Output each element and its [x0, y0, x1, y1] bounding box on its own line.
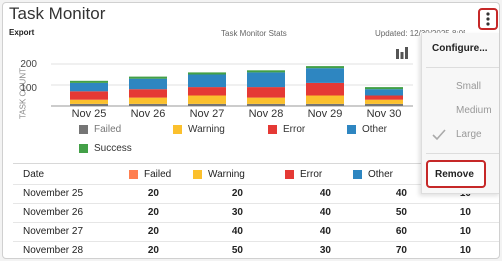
table-row[interactable]: November 27 20 40 40 60 10 [13, 222, 499, 240]
bar-segment-success[interactable] [365, 87, 403, 90]
header-swatch-failed [129, 169, 138, 179]
x-tick-label: Nov 27 [190, 108, 225, 120]
bar-segment-warning[interactable] [188, 95, 226, 104]
bar-segment-error[interactable] [70, 91, 108, 100]
legend-item-other[interactable]: Other [347, 124, 387, 135]
bar-segment-success[interactable] [70, 80, 108, 83]
x-tick-label: Nov 28 [249, 108, 284, 120]
bar-segment-failed[interactable] [365, 103, 403, 106]
bar-segment-error[interactable] [129, 89, 167, 98]
legend-label-other: Other [362, 124, 388, 135]
bar-segment-other[interactable] [247, 72, 285, 88]
x-tick-label: Nov 30 [367, 108, 402, 120]
bar-segment-failed[interactable] [129, 103, 167, 106]
bar-segment-other[interactable] [188, 74, 226, 88]
column-header-error[interactable]: Error [285, 164, 322, 184]
bar-segment-failed[interactable] [188, 103, 226, 106]
menu-item-small[interactable]: Small [422, 81, 499, 92]
bar-segment-error[interactable] [365, 95, 403, 100]
legend-item-failed[interactable]: Failed [79, 124, 121, 135]
menu-divider [426, 153, 499, 154]
bar-segment-warning[interactable] [365, 99, 403, 104]
bar-segment-warning[interactable] [247, 97, 285, 104]
bar-segment-other[interactable] [70, 82, 108, 92]
menu-item-medium[interactable]: Medium [422, 105, 499, 116]
check-icon [432, 129, 446, 141]
legend-item-warning[interactable]: Warning [173, 124, 225, 135]
bar-segment-warning[interactable] [306, 95, 344, 104]
bar-segment-error[interactable] [306, 82, 344, 96]
bar-segment-warning[interactable] [70, 99, 108, 104]
bar-segment-success[interactable] [129, 76, 167, 79]
legend-item-success[interactable]: Success [79, 143, 132, 154]
bar-segment-failed[interactable] [70, 103, 108, 106]
column-header-other[interactable]: Other [353, 164, 393, 184]
bar-segment-other[interactable] [129, 78, 167, 90]
bar-segment-error[interactable] [188, 87, 226, 96]
column-header-date[interactable]: Date [23, 164, 44, 184]
bar-segment-other[interactable] [306, 68, 344, 83]
legend-item-error[interactable]: Error [268, 124, 305, 135]
legend-swatch-other [347, 125, 356, 134]
legend-swatch-success [79, 144, 88, 153]
legend-label-error: Error [283, 124, 306, 135]
legend-swatch-error [268, 125, 277, 134]
menu-item-remove[interactable]: Remove [426, 160, 486, 188]
table-row[interactable]: November 28 20 50 30 70 10 [13, 241, 499, 258]
x-tick-label: Nov 26 [131, 108, 166, 120]
table-row[interactable]: November 26 20 30 40 50 10 [13, 203, 499, 221]
bar-segment-other[interactable] [365, 89, 403, 96]
column-header-warning[interactable]: Warning [193, 164, 245, 184]
bar-segment-warning[interactable] [129, 97, 167, 104]
legend-label-warning: Warning [188, 124, 225, 135]
x-tick-label: Nov 29 [308, 108, 343, 120]
menu-divider [426, 67, 499, 68]
menu-item-configure[interactable]: Configure... [422, 43, 499, 54]
options-menu: Configure... Small Medium Large Remove [421, 33, 499, 194]
header-swatch-warning [193, 169, 202, 179]
header-swatch-other [353, 169, 362, 179]
bar-segment-failed[interactable] [247, 103, 285, 106]
bar-segment-success[interactable] [306, 66, 344, 69]
task-monitor-widget: Task Monitor Export Task Monitor Stats U… [2, 2, 500, 259]
bar-segment-success[interactable] [188, 72, 226, 75]
column-header-failed[interactable]: Failed [129, 164, 171, 184]
legend-swatch-warning [173, 125, 182, 134]
legend-swatch-failed [79, 125, 88, 134]
bar-segment-error[interactable] [247, 87, 285, 98]
legend-label-failed: Failed [94, 124, 122, 135]
legend-label-success: Success [94, 143, 132, 154]
x-tick-label: Nov 25 [72, 108, 107, 120]
header-swatch-error [285, 169, 294, 179]
bar-segment-failed[interactable] [306, 103, 344, 106]
bar-segment-success[interactable] [247, 70, 285, 73]
